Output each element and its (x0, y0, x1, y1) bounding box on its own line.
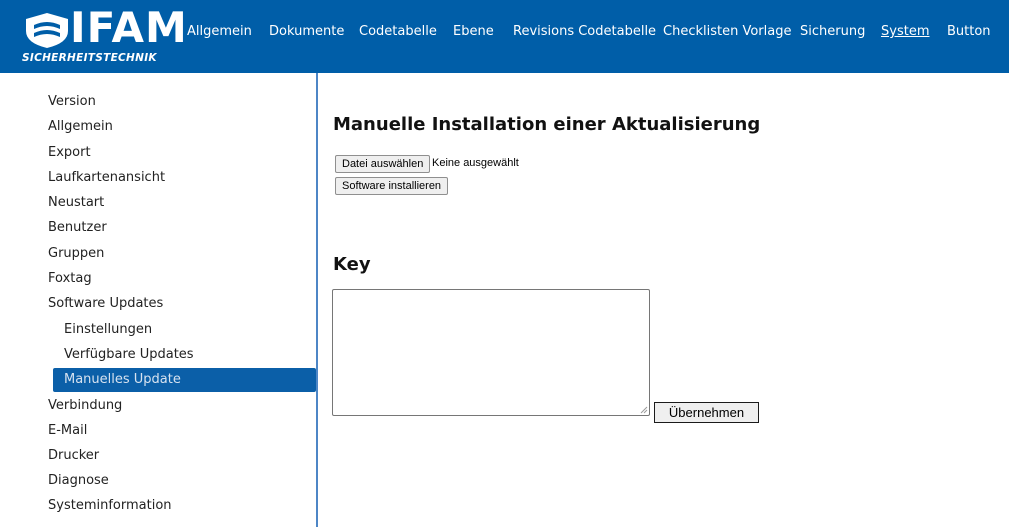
sidebar-item-label: Allgemein (48, 119, 113, 134)
sidebar-item-einstellungen[interactable]: Einstellungen (0, 318, 316, 342)
sidebar-item-label: Benutzer (48, 220, 107, 235)
sidebar-item-label: Software Updates (48, 296, 164, 311)
sidebar-item-label: Neustart (48, 195, 105, 210)
nav-item-ebene[interactable]: Ebene (453, 24, 494, 39)
sidebar-item-manuelles-update[interactable]: Manuelles Update (53, 368, 316, 392)
choose-file-button[interactable]: Datei auswählen (335, 155, 431, 173)
resize-grip-icon[interactable] (640, 406, 648, 414)
nav-item-allgemein[interactable]: Allgemein (187, 24, 252, 39)
logo-subtitle: SICHERHEITSTECHNIK (22, 52, 157, 64)
sidebar-item-diagnose[interactable]: Diagnose (0, 469, 316, 493)
sidebar-item-foxtag[interactable]: Foxtag (0, 267, 316, 291)
top-navigation-bar: IFAM SICHERHEITSTECHNIK Allgemein Dokume… (0, 0, 1009, 73)
sidebar-item-label: Version (48, 94, 96, 109)
nav-item-button[interactable]: Button (947, 24, 991, 39)
sidebar-item-label: Verfügbare Updates (64, 347, 194, 362)
sidebar-item-laufkartenansicht[interactable]: Laufkartenansicht (0, 166, 316, 190)
sidebar-item-software-updates[interactable]: Software Updates (0, 292, 316, 316)
nav-item-system[interactable]: System (881, 24, 929, 39)
sidebar-divider (316, 73, 318, 527)
sidebar-item-allgemein[interactable]: Allgemein (0, 115, 316, 139)
company-logo[interactable]: IFAM SICHERHEITSTECHNIK (22, 4, 187, 68)
file-status-text: Keine ausgewählt (432, 157, 519, 169)
nav-item-revisions-codetabelle[interactable]: Revisions Codetabelle (513, 24, 656, 39)
sidebar-item-neustart[interactable]: Neustart (0, 191, 316, 215)
sidebar-item-label: Verbindung (48, 398, 123, 413)
sidebar-item-gruppen[interactable]: Gruppen (0, 242, 316, 266)
sidebar-item-label: Manuelles Update (64, 372, 181, 387)
install-software-button[interactable]: Software installieren (335, 177, 449, 195)
sidebar-item-benutzer[interactable]: Benutzer (0, 216, 316, 240)
sidebar-item-export[interactable]: Export (0, 141, 316, 165)
sidebar-item-systeminformation[interactable]: Systeminformation (0, 494, 316, 518)
nav-item-checklisten-vorlage[interactable]: Checklisten Vorlage (663, 24, 791, 39)
sidebar-item-version[interactable]: Version (0, 90, 316, 114)
sidebar-item-label: Drucker (48, 448, 100, 463)
sidebar-item-label: Foxtag (48, 271, 92, 286)
nav-item-sicherung[interactable]: Sicherung (800, 24, 865, 39)
sidebar-item-label: Export (48, 145, 91, 160)
sidebar-item-label: Systeminformation (48, 498, 172, 513)
sidebar-item-verbindung[interactable]: Verbindung (0, 394, 316, 418)
apply-button[interactable]: Übernehmen (654, 402, 759, 423)
page-title: Manuelle Installation einer Aktualisieru… (333, 114, 761, 135)
sidebar-item-label: Laufkartenansicht (48, 170, 166, 185)
sidebar-item-label: Einstellungen (64, 322, 153, 337)
shield-logo-icon (26, 13, 68, 48)
key-heading: Key (333, 254, 371, 275)
nav-item-dokumente[interactable]: Dokumente (269, 24, 344, 39)
sidebar-item-e-mail[interactable]: E-Mail (0, 419, 316, 443)
sidebar: Version Allgemein Export Laufkartenansic… (0, 73, 316, 527)
sidebar-item-label: E-Mail (48, 423, 88, 438)
key-textarea[interactable] (332, 289, 650, 416)
sidebar-item-label: Diagnose (48, 473, 109, 488)
nav-item-codetabelle[interactable]: Codetabelle (359, 24, 437, 39)
sidebar-item-label: Gruppen (48, 246, 105, 261)
sidebar-item-drucker[interactable]: Drucker (0, 444, 316, 468)
logo-wordmark: IFAM (70, 3, 188, 52)
sidebar-item-verfuegbare-updates[interactable]: Verfügbare Updates (0, 343, 316, 367)
